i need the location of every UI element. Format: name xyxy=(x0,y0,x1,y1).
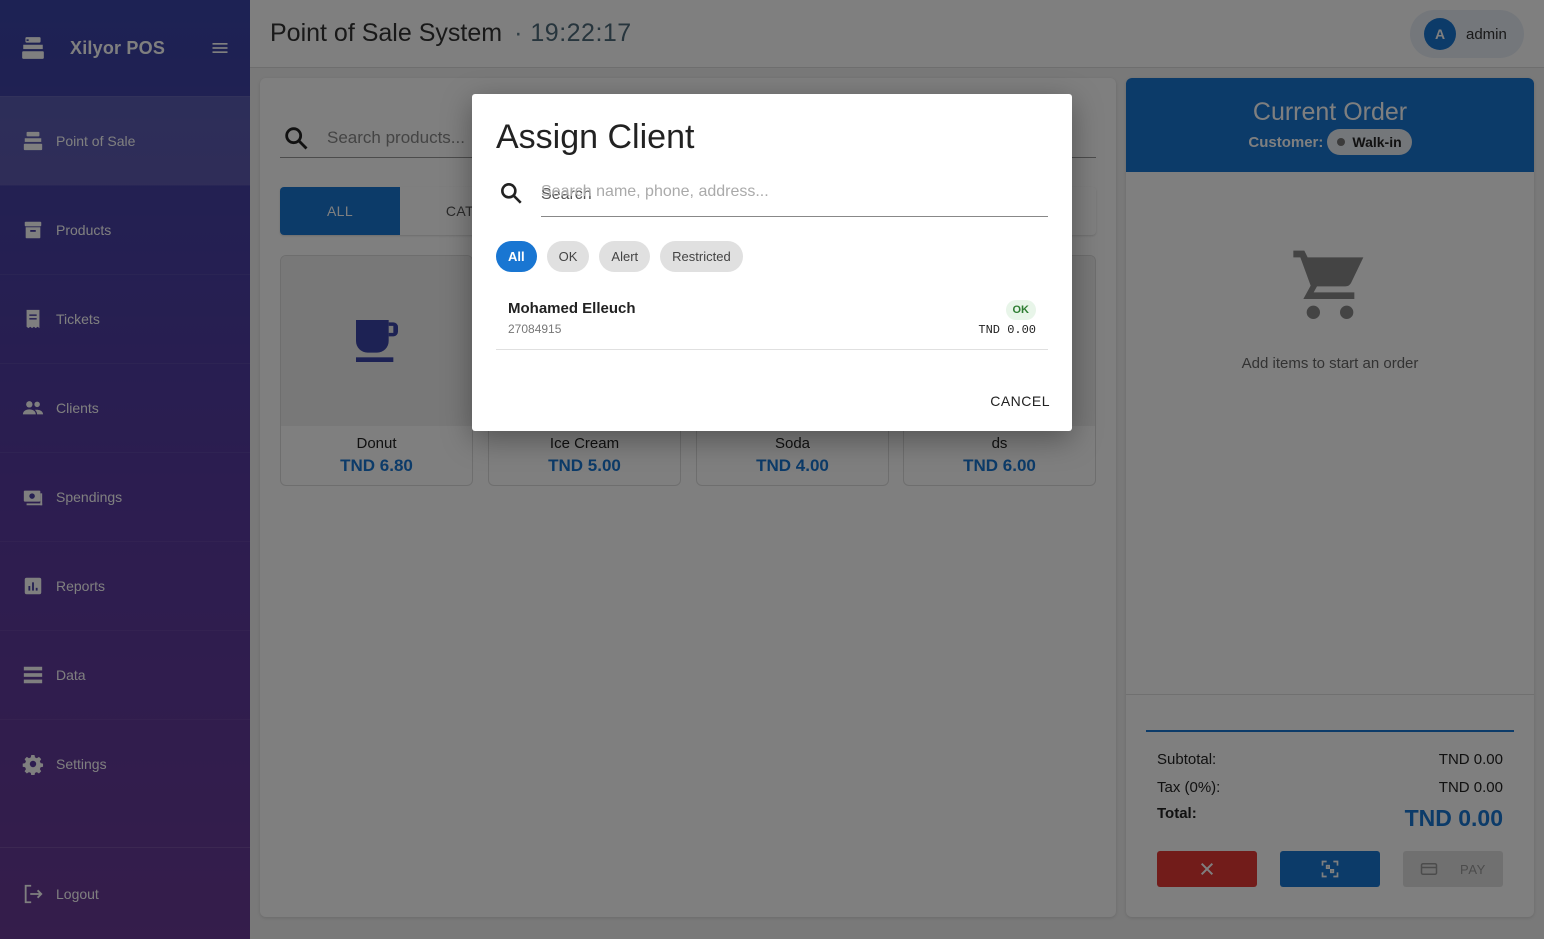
filter-restricted[interactable]: Restricted xyxy=(660,241,743,272)
cancel-button[interactable]: CANCEL xyxy=(990,393,1050,409)
client-phone: 27084915 xyxy=(508,322,562,336)
client-balance: TND 0.00 xyxy=(978,323,1036,337)
client-filter-chips: All OK Alert Restricted xyxy=(496,241,743,272)
filter-ok[interactable]: OK xyxy=(546,241,590,272)
client-list-item[interactable]: Mohamed Elleuch 27084915 OK TND 0.00 xyxy=(496,290,1048,350)
filter-alert[interactable]: Alert xyxy=(599,241,651,272)
client-search: Search xyxy=(496,174,1048,218)
client-name: Mohamed Elleuch xyxy=(508,300,636,317)
assign-client-dialog: Assign Client Search All OK Alert Restri… xyxy=(472,94,1072,431)
client-search-field: Search xyxy=(541,174,1048,217)
status-badge: OK xyxy=(1005,300,1036,320)
dialog-title: Assign Client xyxy=(496,118,695,156)
search-icon xyxy=(501,183,522,204)
client-search-input[interactable] xyxy=(541,183,1041,201)
filter-all[interactable]: All xyxy=(496,241,537,272)
